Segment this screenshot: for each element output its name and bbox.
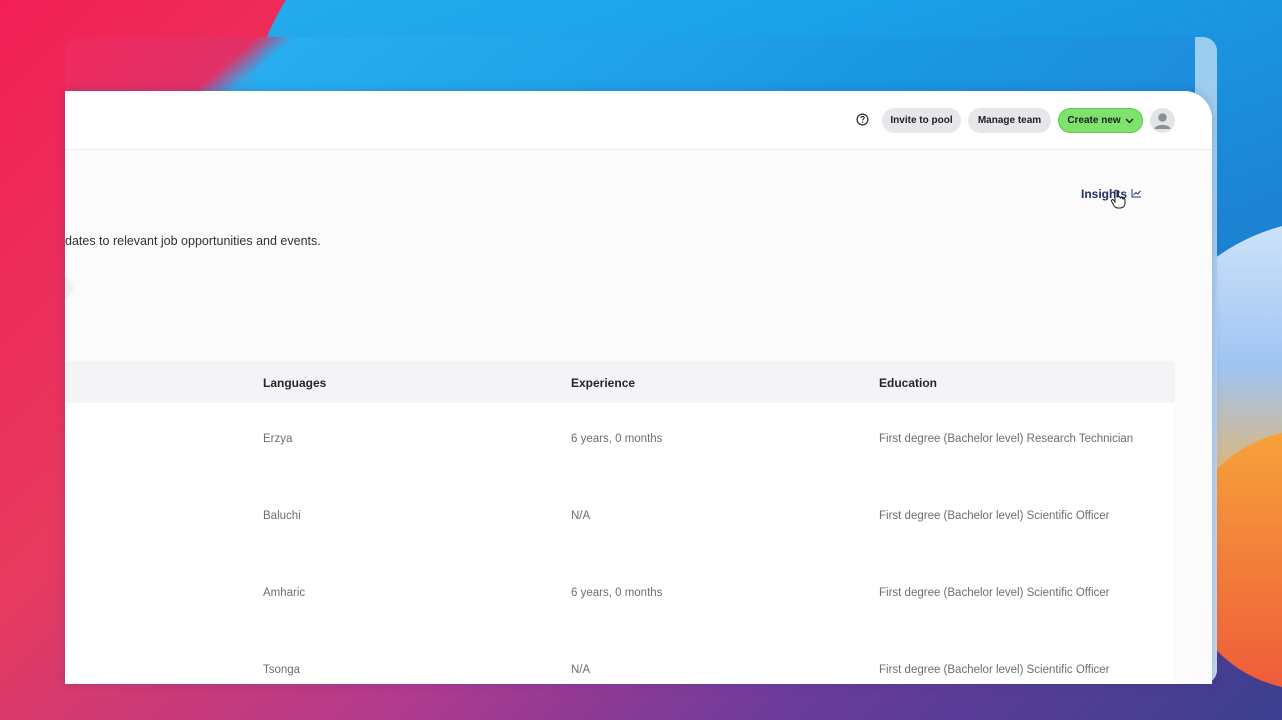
- cell-language: Baluchi: [263, 510, 301, 522]
- avatar[interactable]: [1150, 108, 1175, 133]
- manage-team-label: Manage team: [977, 115, 1042, 126]
- column-header-experience[interactable]: Experience: [571, 376, 635, 390]
- table-row[interactable]: Amharic 6 years, 0 months First degree (…: [65, 557, 1175, 634]
- cell-experience: 6 years, 0 months: [571, 433, 663, 445]
- create-new-button[interactable]: Create new: [1058, 108, 1143, 133]
- top-bar: Invite to pool Manage team Create new: [65, 91, 1212, 150]
- cell-education: First degree (Bachelor level) Scientific…: [879, 664, 1110, 676]
- table-row[interactable]: Tsonga N/A First degree (Bachelor level)…: [65, 634, 1175, 684]
- user-icon: [1154, 113, 1171, 129]
- table-header: Languages Experience Education: [65, 361, 1175, 403]
- manage-team-button[interactable]: Manage team: [968, 108, 1051, 133]
- cell-experience: N/A: [571, 664, 591, 676]
- table-row[interactable]: Baluchi N/A First degree (Bachelor level…: [65, 480, 1175, 557]
- cell-education: First degree (Bachelor level) Research T…: [879, 433, 1134, 445]
- cell-experience: N/A: [571, 510, 591, 522]
- filter-chip[interactable]: [65, 277, 73, 299]
- cell-language: Amharic: [263, 587, 306, 599]
- table-row[interactable]: Erzya 6 years, 0 months First degree (Ba…: [65, 403, 1175, 480]
- create-new-label: Create new: [1067, 115, 1121, 126]
- column-header-languages[interactable]: Languages: [263, 376, 326, 390]
- cell-education: First degree (Bachelor level) Scientific…: [879, 510, 1110, 522]
- chevron-down-icon: [1125, 118, 1134, 124]
- page-description: dates to relevant job opportunities and …: [65, 234, 321, 248]
- column-header-education[interactable]: Education: [879, 376, 937, 390]
- invite-to-pool-button[interactable]: Invite to pool: [882, 108, 961, 133]
- desktop-wallpaper: Invite to pool Manage team Create new In…: [0, 0, 1282, 720]
- cell-experience: 6 years, 0 months: [571, 587, 663, 599]
- trend-chart-icon: [1131, 187, 1142, 201]
- hand-cursor-icon: [1110, 189, 1126, 214]
- app-window: Invite to pool Manage team Create new In…: [65, 91, 1212, 684]
- cell-education: First degree (Bachelor level) Scientific…: [879, 587, 1110, 599]
- cell-language: Erzya: [263, 433, 293, 445]
- cell-language: Tsonga: [263, 664, 301, 676]
- help-icon[interactable]: [854, 111, 871, 128]
- invite-to-pool-label: Invite to pool: [890, 115, 953, 126]
